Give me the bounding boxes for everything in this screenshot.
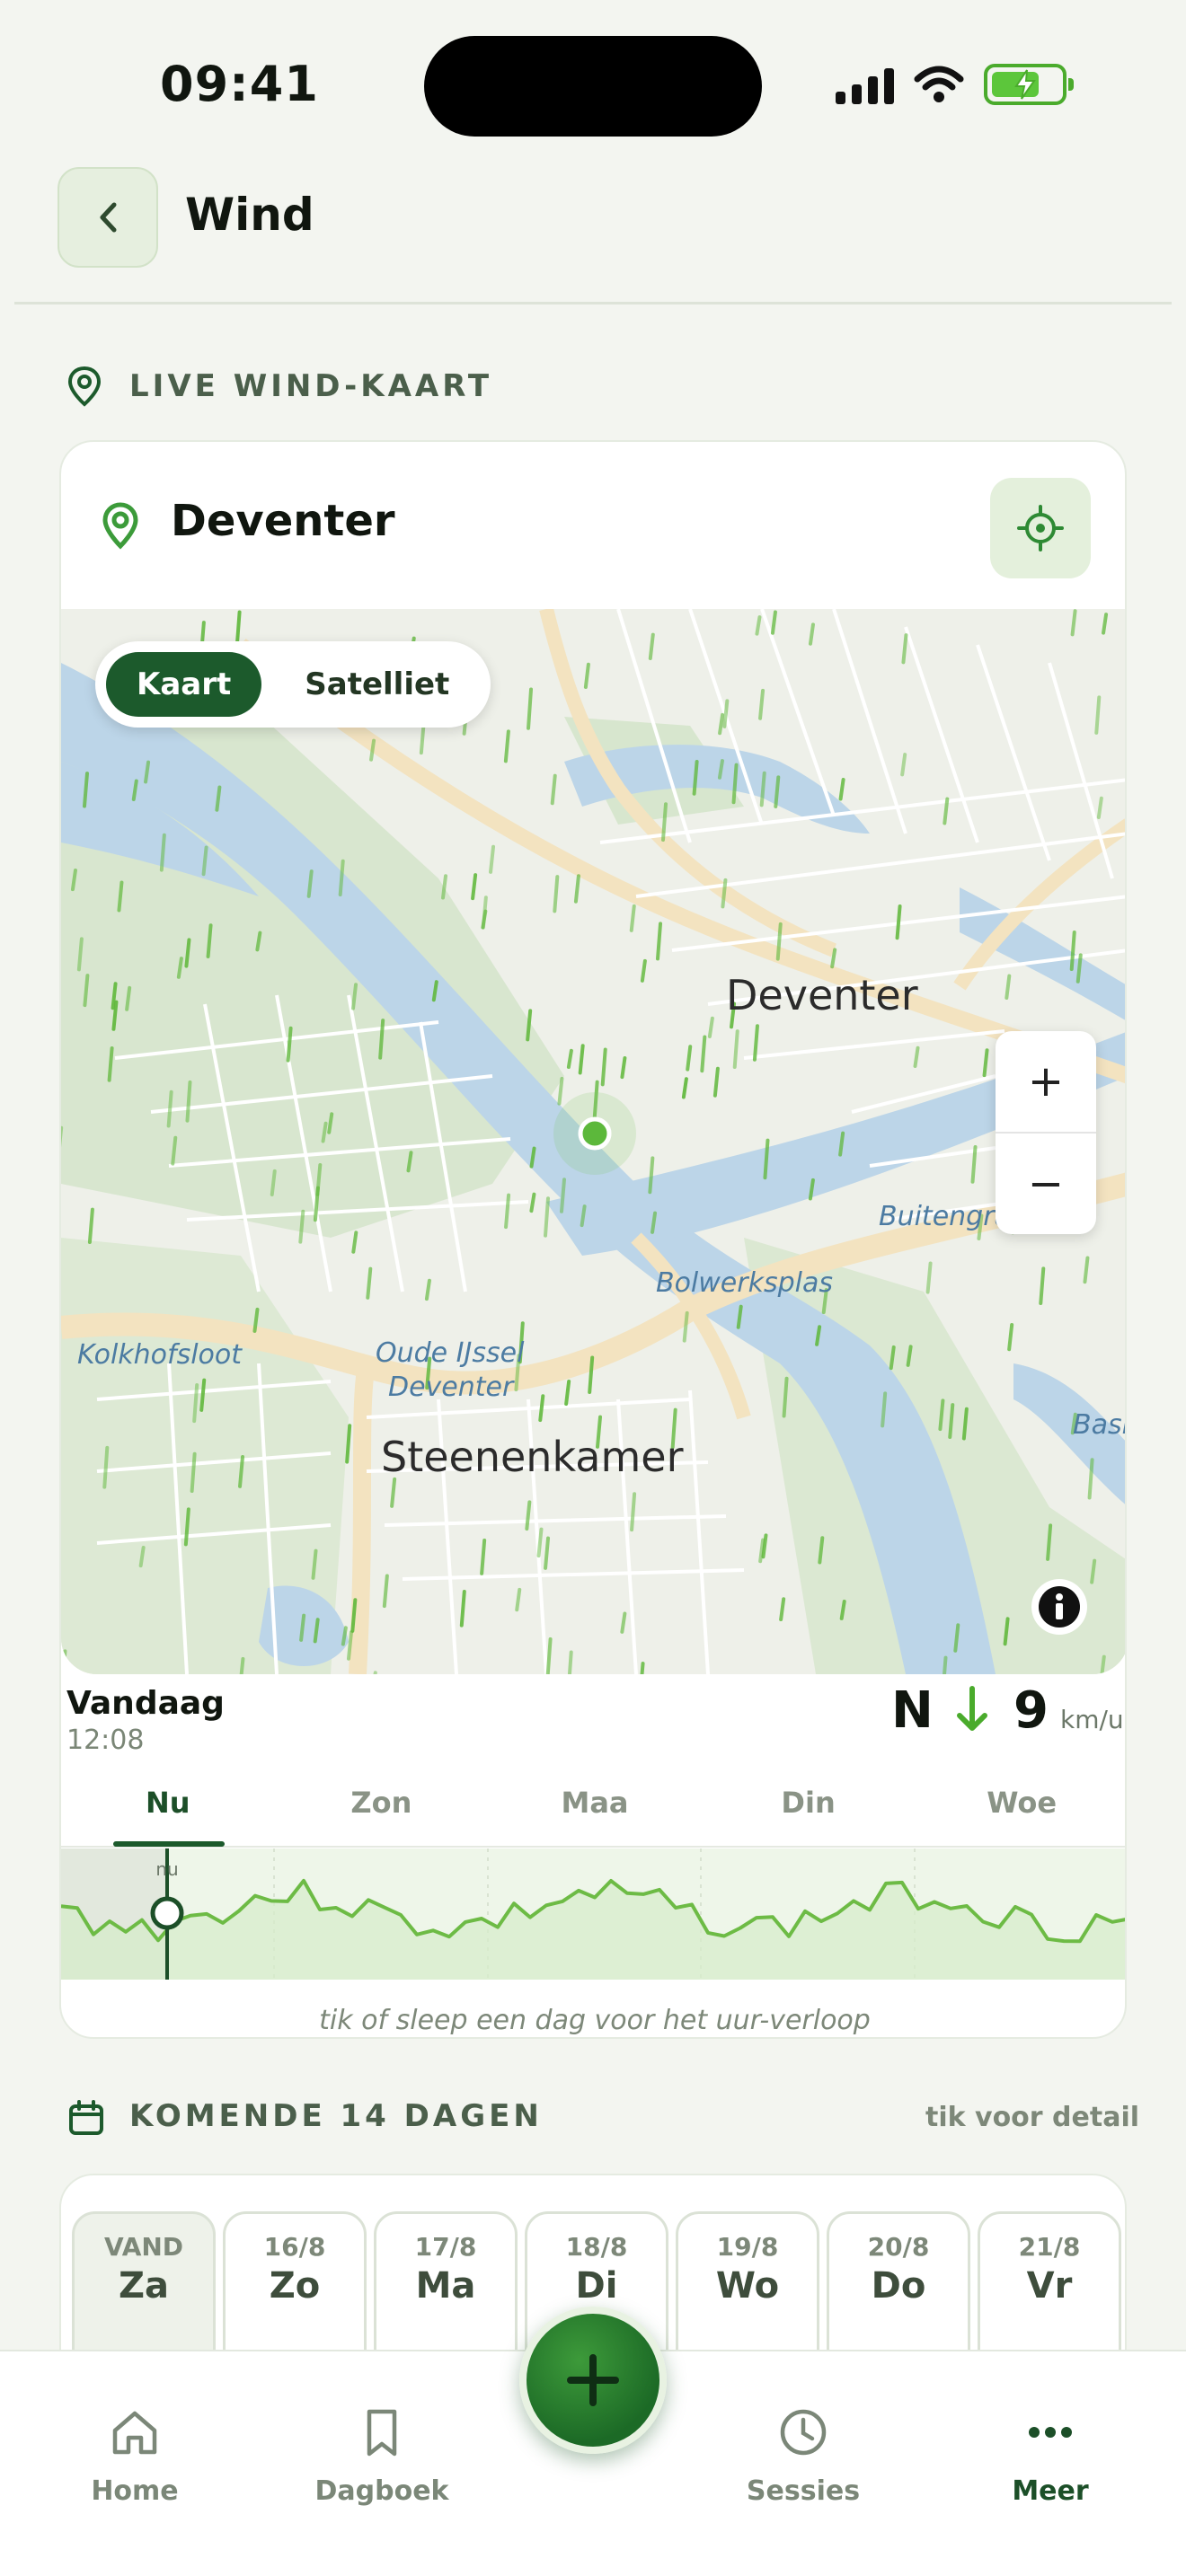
cellular-signal-icon: [836, 65, 894, 104]
day-chip-date: 21/8: [1018, 2232, 1081, 2262]
calendar-icon: [69, 2100, 103, 2135]
info-button[interactable]: [1031, 1579, 1087, 1635]
crosshair-icon: [1017, 505, 1064, 551]
wifi-icon: [914, 66, 964, 102]
active-tab-indicator: [113, 1841, 225, 1847]
wind-forecast-graph[interactable]: nu: [61, 1848, 1127, 1980]
more-dots-icon: [1029, 2427, 1072, 2438]
forecast-time: 12:08: [66, 1725, 145, 1756]
map-layer-toggle: Kaart Satelliet: [95, 641, 491, 728]
day-chip-day: Zo: [269, 2265, 321, 2307]
tab-dagboek-label: Dagboek: [314, 2475, 449, 2507]
day-chip-day: Vr: [1026, 2265, 1073, 2307]
tab-woe[interactable]: Woe: [915, 1786, 1125, 1839]
page-title: Wind: [185, 189, 314, 241]
map-label-deventer: Deventer: [726, 971, 918, 1019]
map-label-basi: Basi: [1073, 1409, 1127, 1441]
map-label-buitengracht: Buitengra: [879, 1201, 1011, 1232]
info-icon: [1039, 1586, 1080, 1628]
graph-hint: tik of sleep een dag voor het uur-verloo…: [319, 2005, 871, 2036]
day-chip-date: 17/8: [414, 2232, 477, 2262]
tab-zon[interactable]: Zon: [275, 1786, 489, 1839]
header-divider: [14, 302, 1172, 304]
map-layer-kaart[interactable]: Kaart: [106, 652, 262, 717]
tab-meer-label: Meer: [1012, 2475, 1089, 2507]
location-name: Deventer: [171, 496, 395, 546]
tab-sessies[interactable]: Sessies: [713, 2405, 893, 2507]
map-label-oude-ijssel-deventer: Deventer: [388, 1372, 515, 1403]
bookmark-icon: [367, 2409, 397, 2457]
tab-sessies-label: Sessies: [746, 2475, 861, 2507]
status-time: 09:41: [160, 56, 319, 112]
zoom-controls: + −: [996, 1031, 1096, 1234]
forecast-day-tabs: Nu Zon Maa Din Woe: [61, 1786, 1125, 1839]
day-chip-date: 18/8: [565, 2232, 628, 2262]
tab-dagboek[interactable]: Dagboek: [292, 2405, 472, 2507]
tab-home[interactable]: Home: [45, 2405, 225, 2507]
plus-icon: [567, 2354, 619, 2406]
zoom-out-button[interactable]: −: [996, 1134, 1096, 1234]
live-section-label: LIVE WIND-KAART: [129, 368, 493, 404]
map-label-kolkhofsloot: Kolkhofsloot: [77, 1339, 243, 1371]
day-chip-day: Za: [119, 2265, 169, 2307]
home-icon: [112, 2411, 157, 2455]
zoom-in-button[interactable]: +: [996, 1031, 1096, 1132]
tab-din[interactable]: Din: [702, 1786, 916, 1839]
add-session-button[interactable]: [519, 2307, 667, 2454]
wind-map-card: Deventer Deventer Steenenkamer Bolwerksp…: [59, 440, 1127, 2039]
day-chip-day: Di: [575, 2265, 618, 2307]
map-canvas[interactable]: Deventer Steenenkamer Bolwerksplas Kolkh…: [61, 609, 1127, 1674]
wind-streak: [61, 1649, 67, 1674]
map-label-bolwerksplas: Bolwerksplas: [656, 1267, 833, 1299]
arrow-down-icon: [957, 1686, 987, 1731]
my-location-button[interactable]: [990, 478, 1091, 578]
wind-speed: 9: [1013, 1681, 1049, 1740]
day-chip-date: 16/8: [263, 2232, 326, 2262]
day-chip-date: 20/8: [867, 2232, 930, 2262]
wind-map[interactable]: Deventer Steenenkamer Bolwerksplas Kolkh…: [61, 609, 1127, 1674]
day-chip-date: 19/8: [716, 2232, 779, 2262]
dynamic-island: [424, 36, 762, 137]
battery-charging-icon: [984, 64, 1074, 105]
map-layer-satelliet[interactable]: Satelliet: [274, 652, 480, 717]
day-chip-date: VAND: [103, 2232, 184, 2262]
tab-meer[interactable]: Meer: [960, 2405, 1140, 2507]
map-label-steenenkamer: Steenenkamer: [381, 1433, 684, 1481]
wind-unit: km/u: [1060, 1705, 1124, 1734]
wind-direction: N: [891, 1681, 934, 1740]
map-label-oude-ijssel: Oude IJssel: [376, 1337, 525, 1369]
day-chip-day: Ma: [415, 2265, 476, 2307]
days-section-label: KOMENDE 14 DAGEN: [129, 2098, 543, 2134]
tab-maa[interactable]: Maa: [488, 1786, 702, 1839]
status-icons: [836, 57, 1074, 111]
day-chip-day: Wo: [715, 2265, 780, 2307]
clock-icon: [780, 2409, 827, 2456]
days-section-hint: tik voor detail: [925, 2102, 1140, 2133]
location-pin-icon: [102, 502, 138, 550]
back-button[interactable]: [58, 167, 158, 268]
chevron-left-icon: [100, 202, 117, 233]
forecast-day: Vandaag: [66, 1685, 225, 1722]
tab-nu[interactable]: Nu: [61, 1786, 275, 1839]
day-chip-day: Do: [871, 2265, 926, 2307]
tab-home-label: Home: [91, 2475, 179, 2507]
location-pin-icon: [67, 366, 102, 407]
graph-now-marker: nu: [155, 1858, 178, 1880]
